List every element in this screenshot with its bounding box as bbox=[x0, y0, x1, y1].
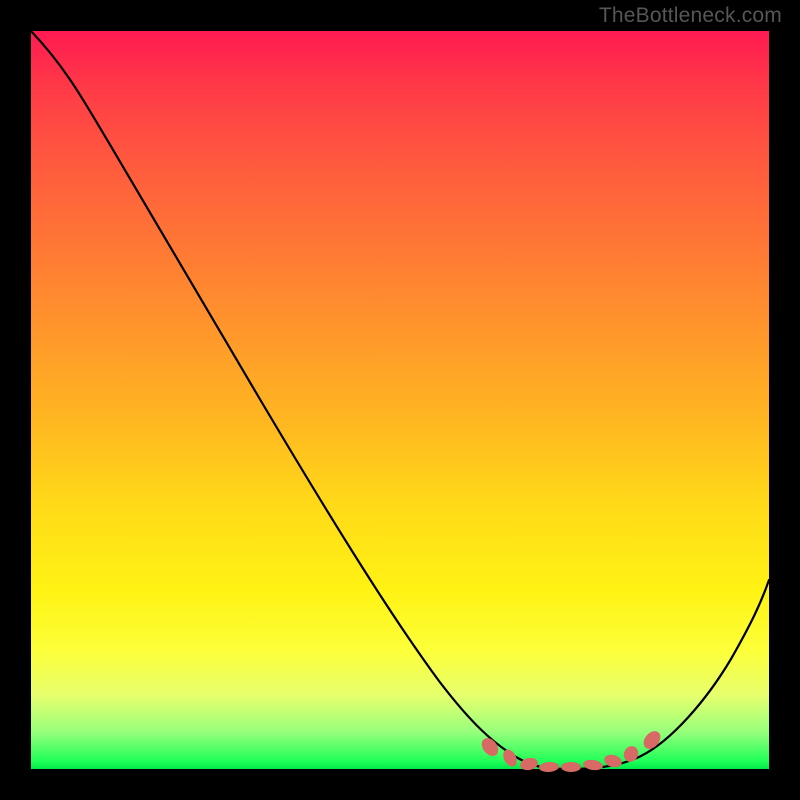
optimal-marker bbox=[519, 756, 539, 771]
optimal-marker bbox=[621, 744, 641, 765]
optimal-marker-group bbox=[478, 728, 663, 773]
chart-svg bbox=[31, 31, 769, 769]
chart-frame: TheBottleneck.com bbox=[0, 0, 800, 800]
bottleneck-curve bbox=[31, 31, 769, 769]
optimal-marker bbox=[539, 761, 560, 772]
watermark-text: TheBottleneck.com bbox=[599, 4, 782, 28]
optimal-marker bbox=[561, 762, 581, 772]
plot-area bbox=[31, 31, 769, 769]
